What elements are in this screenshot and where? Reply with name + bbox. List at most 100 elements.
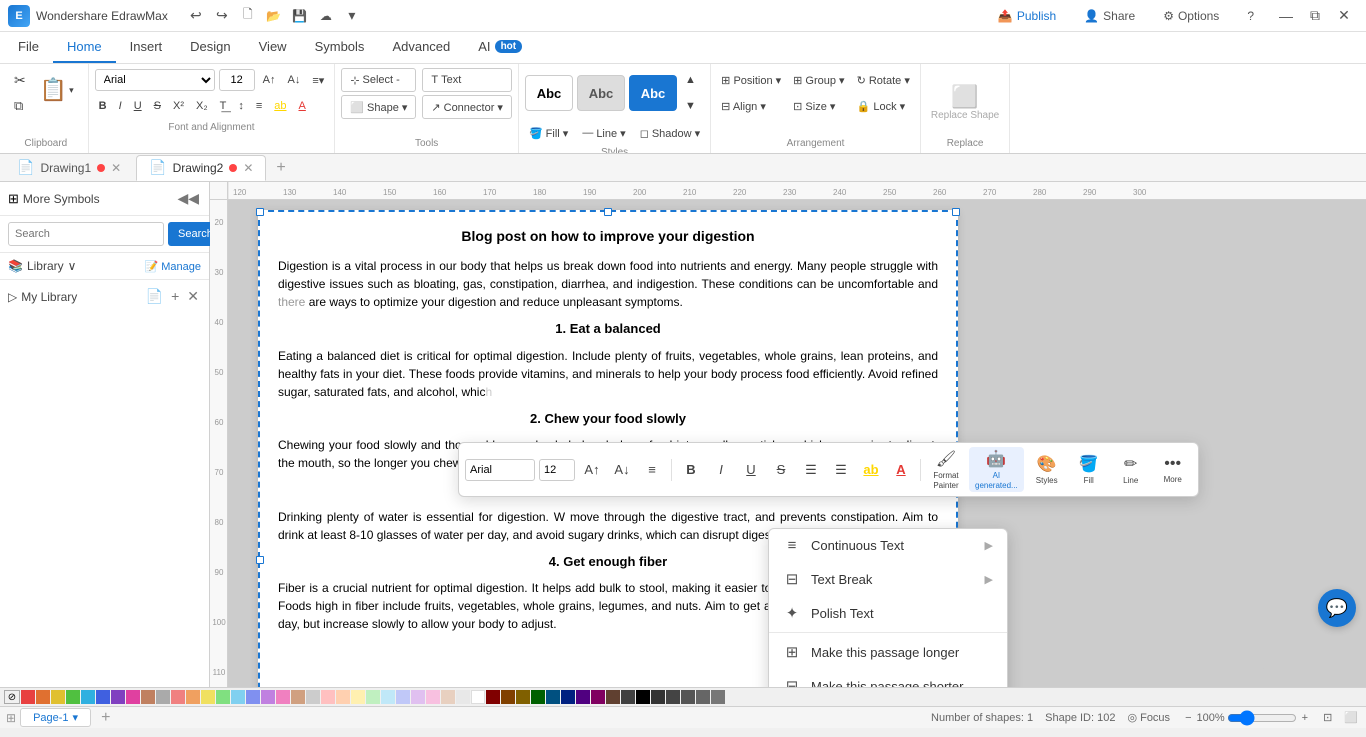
color-swatch-lightorange[interactable] bbox=[186, 690, 200, 704]
styles-scroll-down[interactable]: ▼ bbox=[681, 94, 700, 118]
sidebar-collapse-button[interactable]: ◀◀ bbox=[175, 188, 201, 209]
menu-tab-file[interactable]: File bbox=[4, 32, 53, 63]
focus-button[interactable]: ◎ Focus bbox=[1127, 711, 1170, 724]
color-swatch-red1[interactable] bbox=[21, 690, 35, 704]
floating-styles-button[interactable]: 🎨 Styles bbox=[1028, 452, 1066, 487]
color-swatch-tan[interactable] bbox=[291, 690, 305, 704]
color-swatch-brown1[interactable] bbox=[141, 690, 155, 704]
color-swatch-gray1[interactable] bbox=[156, 690, 170, 704]
color-swatch-darkpink[interactable] bbox=[591, 690, 605, 704]
text-style-button[interactable]: T͟ bbox=[216, 94, 231, 118]
color-swatch-lightred[interactable] bbox=[171, 690, 185, 704]
menu-tab-home[interactable]: Home bbox=[53, 32, 116, 63]
zoom-out-button[interactable]: − bbox=[1182, 711, 1194, 725]
floating-align-btn[interactable]: ≡ bbox=[639, 457, 665, 483]
library-add-button[interactable]: + bbox=[169, 286, 181, 307]
font-size-input[interactable] bbox=[219, 69, 255, 91]
color-swatch-paleblue[interactable] bbox=[396, 690, 410, 704]
help-button[interactable]: ? bbox=[1237, 6, 1264, 26]
menu-tab-view[interactable]: View bbox=[245, 32, 301, 63]
font-family-select[interactable]: Arial bbox=[95, 69, 215, 91]
strikethrough-button[interactable]: S bbox=[150, 94, 165, 118]
alignment-button[interactable]: ≡ bbox=[252, 94, 266, 118]
chat-button[interactable]: 💬 bbox=[1318, 589, 1356, 627]
menu-tab-design[interactable]: Design bbox=[176, 32, 244, 63]
add-page-button[interactable]: + bbox=[95, 707, 116, 729]
text-align-button[interactable]: ≡▾ bbox=[308, 68, 328, 92]
color-swatch-darkgray[interactable] bbox=[621, 690, 635, 704]
floating-font-color-button[interactable]: A bbox=[888, 457, 914, 483]
zoom-in-button[interactable]: + bbox=[1299, 711, 1311, 725]
floating-more-button[interactable]: ••• More bbox=[1154, 453, 1192, 486]
group-button[interactable]: ⊞ Group ▾ bbox=[789, 68, 848, 92]
color-swatch-palecyan[interactable] bbox=[381, 690, 395, 704]
color-swatch-darkgreen[interactable] bbox=[531, 690, 545, 704]
manage-button[interactable]: 📝 Manage bbox=[144, 260, 201, 273]
paste-button[interactable]: 📋 ▾ bbox=[32, 68, 82, 112]
position-button[interactable]: ⊞ Position ▾ bbox=[717, 68, 785, 92]
floating-size-input[interactable] bbox=[539, 459, 575, 481]
library-expand-button[interactable]: 📚 Library ∨ bbox=[8, 259, 76, 273]
color-swatch-yellow1[interactable] bbox=[51, 690, 65, 704]
library-file-button[interactable]: 📄 bbox=[144, 286, 165, 307]
color-swatch-orange1[interactable] bbox=[36, 690, 50, 704]
color-swatch-darkgray3[interactable] bbox=[681, 690, 695, 704]
color-swatch-paleorange[interactable] bbox=[336, 690, 350, 704]
color-swatch-paleред[interactable] bbox=[321, 690, 335, 704]
increase-font-button[interactable]: A↑ bbox=[259, 68, 280, 92]
color-swatch-palegreen[interactable] bbox=[366, 690, 380, 704]
continuous-text-item[interactable]: ≡ Continuous Text ▶ bbox=[769, 529, 1007, 562]
cloud-save-button[interactable]: ☁ bbox=[314, 5, 338, 27]
add-tab-button[interactable]: + bbox=[268, 159, 293, 177]
color-swatch-cyan1[interactable] bbox=[81, 690, 95, 704]
color-swatch-lightgreen[interactable] bbox=[216, 690, 230, 704]
tab-drawing1-close[interactable]: ✕ bbox=[111, 161, 121, 175]
floating-font-input[interactable] bbox=[465, 459, 535, 481]
color-swatch-verydarkgray[interactable] bbox=[651, 690, 665, 704]
color-swatch-blue1[interactable] bbox=[96, 690, 110, 704]
color-swatch-white[interactable] bbox=[471, 690, 485, 704]
superscript-button[interactable]: X² bbox=[169, 94, 188, 118]
text-break-item[interactable]: ⊟ Text Break ▶ bbox=[769, 562, 1007, 596]
line-button[interactable]: — Line ▾ bbox=[578, 121, 629, 145]
menu-tab-insert[interactable]: Insert bbox=[116, 32, 177, 63]
rotate-button[interactable]: ↻ Rotate ▾ bbox=[853, 68, 914, 92]
ai-generated-button[interactable]: 🤖 AIgenerated... bbox=[969, 447, 1024, 492]
menu-tab-ai[interactable]: AI hot bbox=[464, 32, 536, 63]
color-swatch-lightpurple[interactable] bbox=[261, 690, 275, 704]
decrease-font-button[interactable]: A↓ bbox=[284, 68, 305, 92]
color-swatch-palepink[interactable] bbox=[426, 690, 440, 704]
color-swatch-lightpink[interactable] bbox=[276, 690, 290, 704]
floating-italic-button[interactable]: I bbox=[708, 457, 734, 483]
fill-button[interactable]: 🪣 Fill ▾ bbox=[525, 121, 572, 145]
menu-tab-advanced[interactable]: Advanced bbox=[378, 32, 464, 63]
new-button[interactable]: 🗋 bbox=[236, 5, 260, 27]
menu-tab-symbols[interactable]: Symbols bbox=[301, 32, 379, 63]
fullscreen-button[interactable]: ⬜ bbox=[1344, 711, 1358, 724]
connector-button[interactable]: ↗ Connector ▾ bbox=[422, 95, 512, 119]
floating-strike-button[interactable]: S bbox=[768, 457, 794, 483]
handle-lm[interactable] bbox=[256, 556, 264, 564]
share-button[interactable]: 👤 Share bbox=[1074, 6, 1145, 26]
handle-tm[interactable] bbox=[604, 208, 612, 216]
minimize-button[interactable]: — bbox=[1272, 5, 1300, 27]
italic-button[interactable]: I bbox=[115, 94, 126, 118]
floating-line-button[interactable]: ✏ Line bbox=[1112, 452, 1150, 487]
redo-button[interactable]: ↪ bbox=[210, 5, 234, 27]
page-tab-1[interactable]: Page-1 ▾ bbox=[20, 708, 91, 727]
color-swatch-green1[interactable] bbox=[66, 690, 80, 704]
format-painter-button[interactable]: 🖌 FormatPainter bbox=[927, 447, 965, 492]
floating-underline-button[interactable]: U bbox=[738, 457, 764, 483]
color-swatch-palepurple[interactable] bbox=[411, 690, 425, 704]
color-swatch-gray5[interactable] bbox=[711, 690, 725, 704]
color-swatch-darkyellow[interactable] bbox=[516, 690, 530, 704]
floating-highlight-button[interactable]: ab bbox=[858, 457, 884, 483]
color-swatch-silver[interactable] bbox=[456, 690, 470, 704]
font-color-button[interactable]: A bbox=[295, 94, 310, 118]
undo-button[interactable]: ↩ bbox=[184, 5, 208, 27]
color-swatch-lightcyan[interactable] bbox=[231, 690, 245, 704]
replace-shape-button[interactable]: ⬜ Replace Shape bbox=[927, 80, 1003, 125]
handle-tl[interactable] bbox=[256, 208, 264, 216]
tab-drawing1[interactable]: 📄 Drawing1 ✕ bbox=[4, 155, 134, 181]
floating-fill-button[interactable]: 🪣 Fill bbox=[1070, 452, 1108, 487]
